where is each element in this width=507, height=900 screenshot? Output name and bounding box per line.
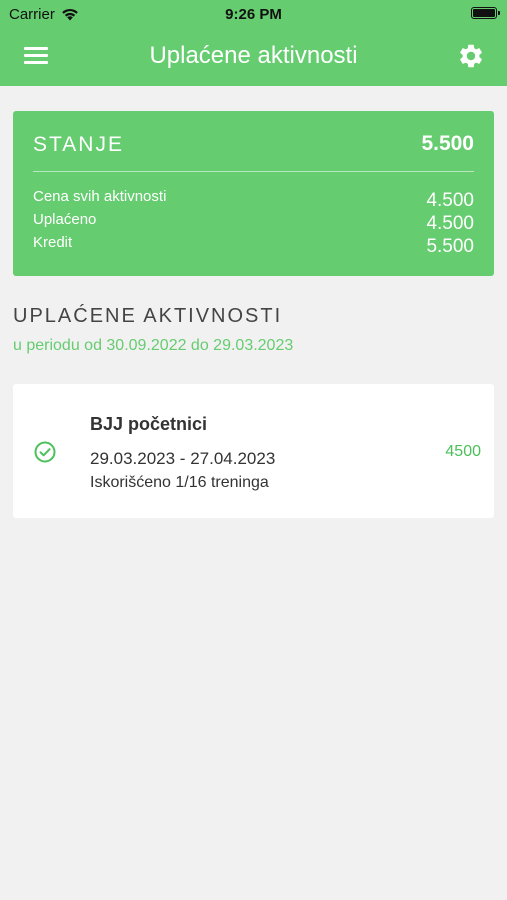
balance-row-label: Kredit xyxy=(33,234,73,251)
status-bar: Carrier 9:26 PM xyxy=(0,0,507,28)
balance-card: STANJE 5.500 Cena svih aktivnosti 4.500 … xyxy=(13,111,494,276)
gear-icon[interactable] xyxy=(457,42,485,70)
clock: 9:26 PM xyxy=(225,6,282,23)
page-title: Uplaćene aktivnosti xyxy=(149,42,358,69)
balance-row-value: 4.500 xyxy=(426,213,474,234)
balance-row-credit: Kredit 5.500 xyxy=(33,234,474,258)
activity-name: BJJ početnici xyxy=(90,414,208,434)
activity-usage: Iskorišćeno 1/16 treninga xyxy=(90,474,269,491)
balance-row-value: 5.500 xyxy=(426,236,474,257)
balance-title: STANJE xyxy=(33,133,124,156)
balance-row-label: Uplaćeno xyxy=(33,211,97,228)
check-circle-icon xyxy=(34,441,56,463)
section-subtitle: u periodu od 30.09.2022 do 29.03.2023 xyxy=(13,337,294,354)
battery-icon xyxy=(471,7,500,19)
balance-total: 5.500 xyxy=(421,132,474,155)
nav-bar: Uplaćene aktivnosti xyxy=(0,28,507,86)
activity-card[interactable]: BJJ početnici 29.03.2023 - 27.04.2023 Is… xyxy=(13,384,494,518)
section-title: UPLAĆENE AKTIVNOSTI xyxy=(13,305,283,327)
activity-dates: 29.03.2023 - 27.04.2023 xyxy=(90,449,276,468)
balance-divider xyxy=(33,171,474,172)
balance-row-label: Cena svih aktivnosti xyxy=(33,188,167,205)
balance-row-paid: Uplaćeno 4.500 xyxy=(33,211,474,235)
battery-level xyxy=(473,9,495,17)
balance-row-total-price: Cena svih aktivnosti 4.500 xyxy=(33,188,474,212)
activity-price: 4500 xyxy=(445,443,481,460)
balance-row-value: 4.500 xyxy=(426,190,474,211)
